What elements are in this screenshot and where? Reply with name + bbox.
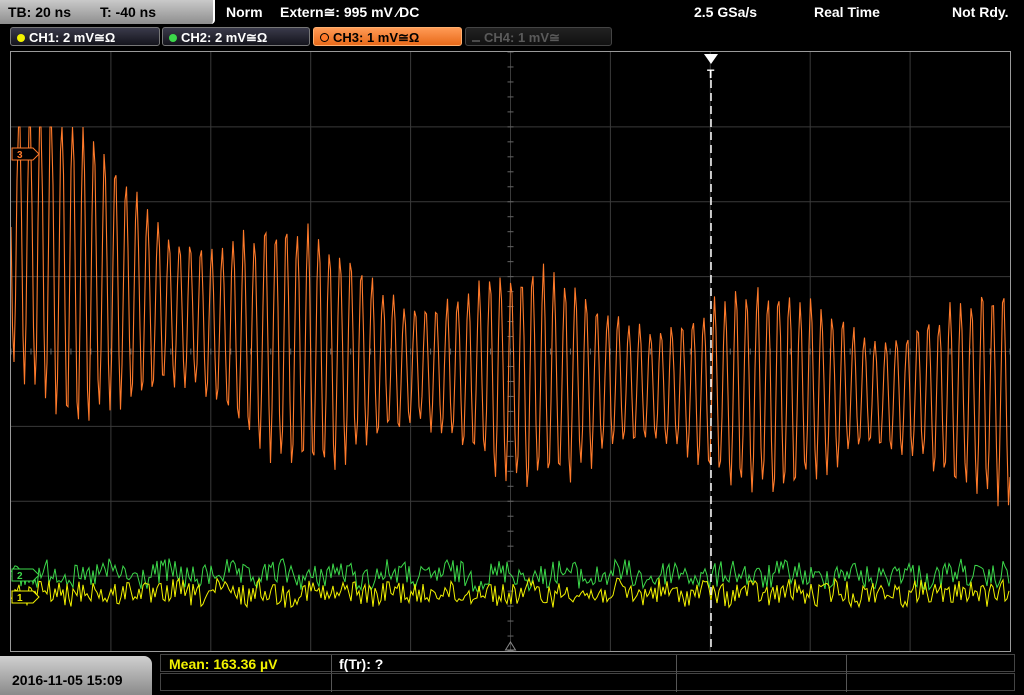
acquisition-status: Not Rdy. xyxy=(952,4,1009,20)
top-status-bar: TB: 20 ns T: -40 ns Norm Extern≅: 995 mV… xyxy=(0,0,1024,25)
ch2-color-dot-icon xyxy=(169,34,177,42)
divider xyxy=(676,674,677,692)
datetime-label: 2016-11-05 15:09 xyxy=(12,672,123,688)
channel-3-button[interactable]: CH3: 1 mV≅Ω xyxy=(313,27,462,46)
channel-2-button[interactable]: CH2: 2 mV≅Ω xyxy=(162,27,310,46)
channel-4-button[interactable]: CH4: 1 mV≅ xyxy=(465,27,612,46)
waveform-display[interactable]: 3 2 1 T xyxy=(10,51,1011,652)
ch2-label: CH2: 2 mV≅Ω xyxy=(181,30,268,45)
timebase-box[interactable]: TB: 20 ns T: -40 ns xyxy=(0,0,215,24)
trigger-arrow-icon[interactable] xyxy=(704,54,718,64)
ch1-offset-marker[interactable]: 1 xyxy=(11,590,40,604)
measurement-row-empty xyxy=(160,673,1015,692)
ch2-offset-marker-label: 2 xyxy=(17,571,23,582)
divider xyxy=(331,674,332,692)
markers: 3 2 1 T xyxy=(11,54,718,651)
measurement-panel[interactable]: Mean: 163.36 µV f(Tr): ? xyxy=(160,654,1015,694)
ch1-label: CH1: 2 mV≅Ω xyxy=(29,30,116,45)
trigger-mode[interactable]: Norm xyxy=(226,4,263,20)
channel-1-button[interactable]: CH1: 2 mV≅Ω xyxy=(10,27,160,46)
ch3-offset-marker-label: 3 xyxy=(17,150,23,161)
trigger-marker-label: T xyxy=(707,67,715,81)
ch3-color-dot-icon xyxy=(320,33,329,42)
ch1-color-dot-icon xyxy=(17,34,25,42)
waveform-area: 3 2 1 T xyxy=(11,52,1010,651)
acquisition-mode: Real Time xyxy=(814,4,880,20)
channel-bar: CH1: 2 mV≅Ω CH2: 2 mV≅Ω CH3: 1 mV≅Ω CH4:… xyxy=(0,25,1024,49)
mean-measurement: Mean: 163.36 µV xyxy=(169,656,278,672)
ch3-label: CH3: 1 mV≅Ω xyxy=(333,30,420,45)
trigger-frequency-measurement: f(Tr): ? xyxy=(339,656,384,672)
ch4-label: CH4: 1 mV≅ xyxy=(484,30,560,45)
trigger-source[interactable]: Extern≅: 995 mV ∕DC xyxy=(280,4,419,21)
sample-rate: 2.5 GSa/s xyxy=(694,4,758,20)
ch1-offset-marker-label: 1 xyxy=(17,593,23,604)
divider xyxy=(676,655,677,673)
divider xyxy=(846,674,847,692)
measurement-row: Mean: 163.36 µV f(Tr): ? xyxy=(160,654,1015,673)
trigger-offset-label: T: -40 ns xyxy=(100,4,157,20)
divider xyxy=(846,655,847,673)
ch4-off-icon xyxy=(472,40,480,42)
divider xyxy=(331,655,332,673)
timebase-label: TB: 20 ns xyxy=(8,4,72,20)
datetime-box: 2016-11-05 15:09 xyxy=(0,656,152,695)
ch3-offset-marker[interactable]: 3 xyxy=(11,147,40,161)
